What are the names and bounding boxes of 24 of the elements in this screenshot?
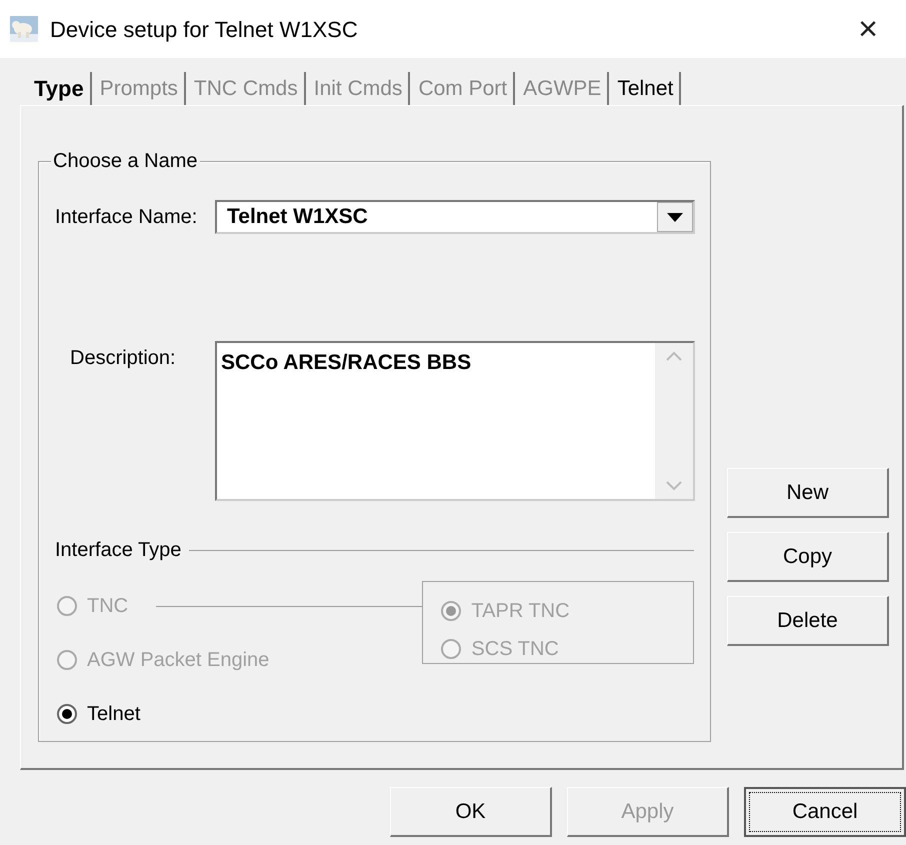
radio-label: Telnet bbox=[87, 702, 140, 727]
radio-label: TNC bbox=[87, 594, 128, 619]
dialog-button[interactable]: Cancel bbox=[744, 787, 906, 837]
radio-label: AGW Packet Engine bbox=[87, 648, 270, 673]
section-title: Interface Type bbox=[55, 538, 182, 563]
description-label: Description: bbox=[70, 346, 177, 371]
tab[interactable]: Type bbox=[26, 72, 92, 105]
radio-button[interactable] bbox=[57, 704, 77, 724]
dropdown-arrow-icon bbox=[667, 212, 683, 222]
app-icon bbox=[10, 16, 38, 42]
action-button[interactable]: Copy bbox=[727, 532, 889, 582]
interface-name-dropdown[interactable]: Telnet W1XSC bbox=[215, 200, 695, 234]
window-title: Device setup for Telnet W1XSC bbox=[50, 16, 358, 44]
interface-name-label: Interface Name: bbox=[55, 205, 198, 230]
radio-label: TAPR TNC bbox=[471, 599, 570, 624]
radio-label: SCS TNC bbox=[471, 637, 559, 662]
dialog-button[interactable]: OK bbox=[390, 787, 552, 837]
close-button[interactable]: × bbox=[838, 0, 898, 58]
action-button[interactable]: New bbox=[727, 468, 889, 518]
description-field[interactable]: SCCo ARES/RACES BBS bbox=[215, 341, 695, 501]
tab[interactable]: Telnet bbox=[609, 72, 682, 105]
scroll-up-icon[interactable] bbox=[666, 351, 682, 361]
action-button[interactable]: Delete bbox=[727, 596, 889, 646]
scroll-down-icon[interactable] bbox=[666, 481, 682, 491]
